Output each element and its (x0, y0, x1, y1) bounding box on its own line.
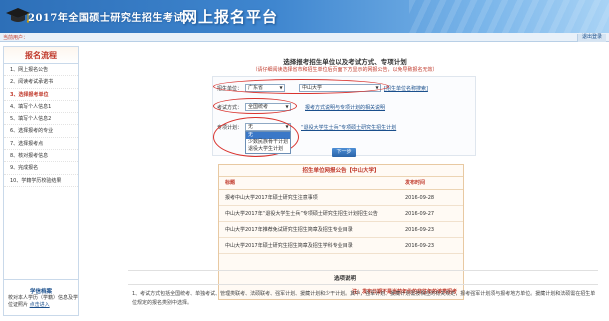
sidebar-step-1[interactable]: 1、网上报名公告 (4, 64, 78, 77)
notice-row-title[interactable]: 中山大学2017年推荐免试研究生招生简章及招生专业目录 (225, 222, 353, 238)
plan-option-minority[interactable]: 少数民族骨干计划 (246, 139, 290, 146)
plan-dropdown-list: 无 少数民族骨干计划 退役大学生计划 (245, 131, 291, 154)
sidebar-step-7[interactable]: 7、选择报考点 (4, 138, 78, 151)
table-row[interactable]: 报考中山大学2017年硕士研究生注意事项 2016-09-28 (219, 190, 463, 206)
notice-col-time: 发布时间 (405, 180, 426, 186)
sidebar-step-9[interactable]: 9、完成报名 (4, 162, 78, 175)
archive-section-title: 学信档案 (29, 289, 52, 295)
instructions-divider-top (128, 270, 598, 271)
banner-title: 2017年全国硕士研究生招生考试 (28, 13, 184, 24)
table-row[interactable]: 中山大学2017年推荐免试研究生招生简章及招生专业目录 2016-09-23 (219, 222, 463, 238)
sidebar-step-2[interactable]: 2、阅读考试承诺书 (4, 76, 78, 89)
unit-highlight-ellipse (213, 79, 389, 94)
sidebar-divider (4, 279, 78, 280)
notice-row-time: 2016-09-28 (405, 195, 435, 201)
table-row[interactable]: 中山大学2017年硕士研究生招生简章及招生学科专业目录 2016-09-23 (219, 238, 463, 254)
plan-option-none[interactable]: 无 (246, 132, 290, 139)
sidebar-step-10[interactable]: 10、学籍学历校验结果 (4, 175, 78, 187)
notice-row-time: 2016-09-23 (405, 243, 435, 249)
selection-form: 招生单位： 广东省 ▼ 中山大学 ▼ [招生单位名称搜索] 考试方式： 全国统考… (212, 76, 476, 157)
site-banner: 2017年全国硕士研究生招生考试 网上报名平台 (0, 0, 609, 33)
notice-title: 招生单位网报公告【中山大学】 (219, 165, 463, 177)
sidebar-step-6[interactable]: 6、选择报考的专业 (4, 125, 78, 138)
sidebar-heading: 报名流程 (4, 47, 78, 64)
user-info-bar: 当前用户： 退出登录 (0, 33, 609, 42)
archive-section-text: 校对本人学历（学籍）信息及学位证照片 点击进入 (8, 295, 78, 309)
table-row[interactable]: 中山大学2017年“退役大学生士兵”专项硕士研究生招生计划招生公告 2016-0… (219, 206, 463, 222)
banner-decoration (409, 0, 609, 33)
plan-info-link[interactable]: “退役大学生士兵”专项硕士研究生招生计划 (301, 124, 396, 131)
instructions-title: 选项说明 (333, 276, 356, 282)
process-sidebar: 报名流程 1、网上报名公告 2、阅读考试承诺书 3、选择报考单位 4、填写个人信… (3, 46, 79, 316)
logout-button[interactable]: 退出登录 (576, 34, 606, 42)
main-content: 选择报考招生单位以及考试方式、专项计划 （请仔细阅读选择省市和招生单位后页面下方… (84, 46, 606, 321)
sidebar-step-4[interactable]: 4、填写个人信息1 (4, 101, 78, 114)
notice-header-row: 标题 发布时间 (219, 177, 463, 190)
notice-row-title[interactable]: 中山大学2017年“退役大学生士兵”专项硕士研究生招生计划招生公告 (225, 206, 378, 222)
notice-col-title: 标题 (225, 180, 236, 186)
page-note: （请仔细阅读选择省市和招生单位后页面下方显示的网报公告，以免导致报名无效） (252, 67, 438, 73)
notice-row-title[interactable]: 报考中山大学2017年硕士研究生注意事项 (225, 190, 318, 206)
page-title: 选择报考招生单位以及考试方式、专项计划 (283, 58, 407, 66)
notice-row-title[interactable]: 中山大学2017年硕士研究生招生简章及招生学科专业目录 (225, 238, 353, 254)
unit-search-link[interactable]: [招生单位名称搜索] (384, 85, 428, 92)
sidebar-step-5[interactable]: 5、填写个人信息2 (4, 113, 78, 126)
instructions-divider-bottom (128, 284, 598, 285)
archive-enter-link[interactable]: 点击进入 (30, 302, 50, 308)
next-step-button[interactable]: 下一步 (332, 148, 356, 157)
sidebar-step-3[interactable]: 3、选择报考单位 (4, 89, 78, 101)
current-user-label: 当前用户： (3, 35, 29, 41)
sidebar-step-8[interactable]: 8、核对报考信息 (4, 150, 78, 163)
method-highlight-ellipse (213, 98, 297, 114)
notice-row-time: 2016-09-23 (405, 227, 435, 233)
instructions-text: 1、考试方式包括全国统考、单独考试、管理类联考、法硕联考、强军计划、援藏计划和少… (132, 291, 596, 306)
method-info-link[interactable]: 报考方式说明与专项计划的相关说明 (305, 104, 385, 111)
banner-subtitle: 网上报名平台 (182, 8, 279, 26)
notice-row-time: 2016-09-27 (405, 211, 435, 217)
plan-option-veteran[interactable]: 退役大学生计划 (246, 146, 290, 153)
